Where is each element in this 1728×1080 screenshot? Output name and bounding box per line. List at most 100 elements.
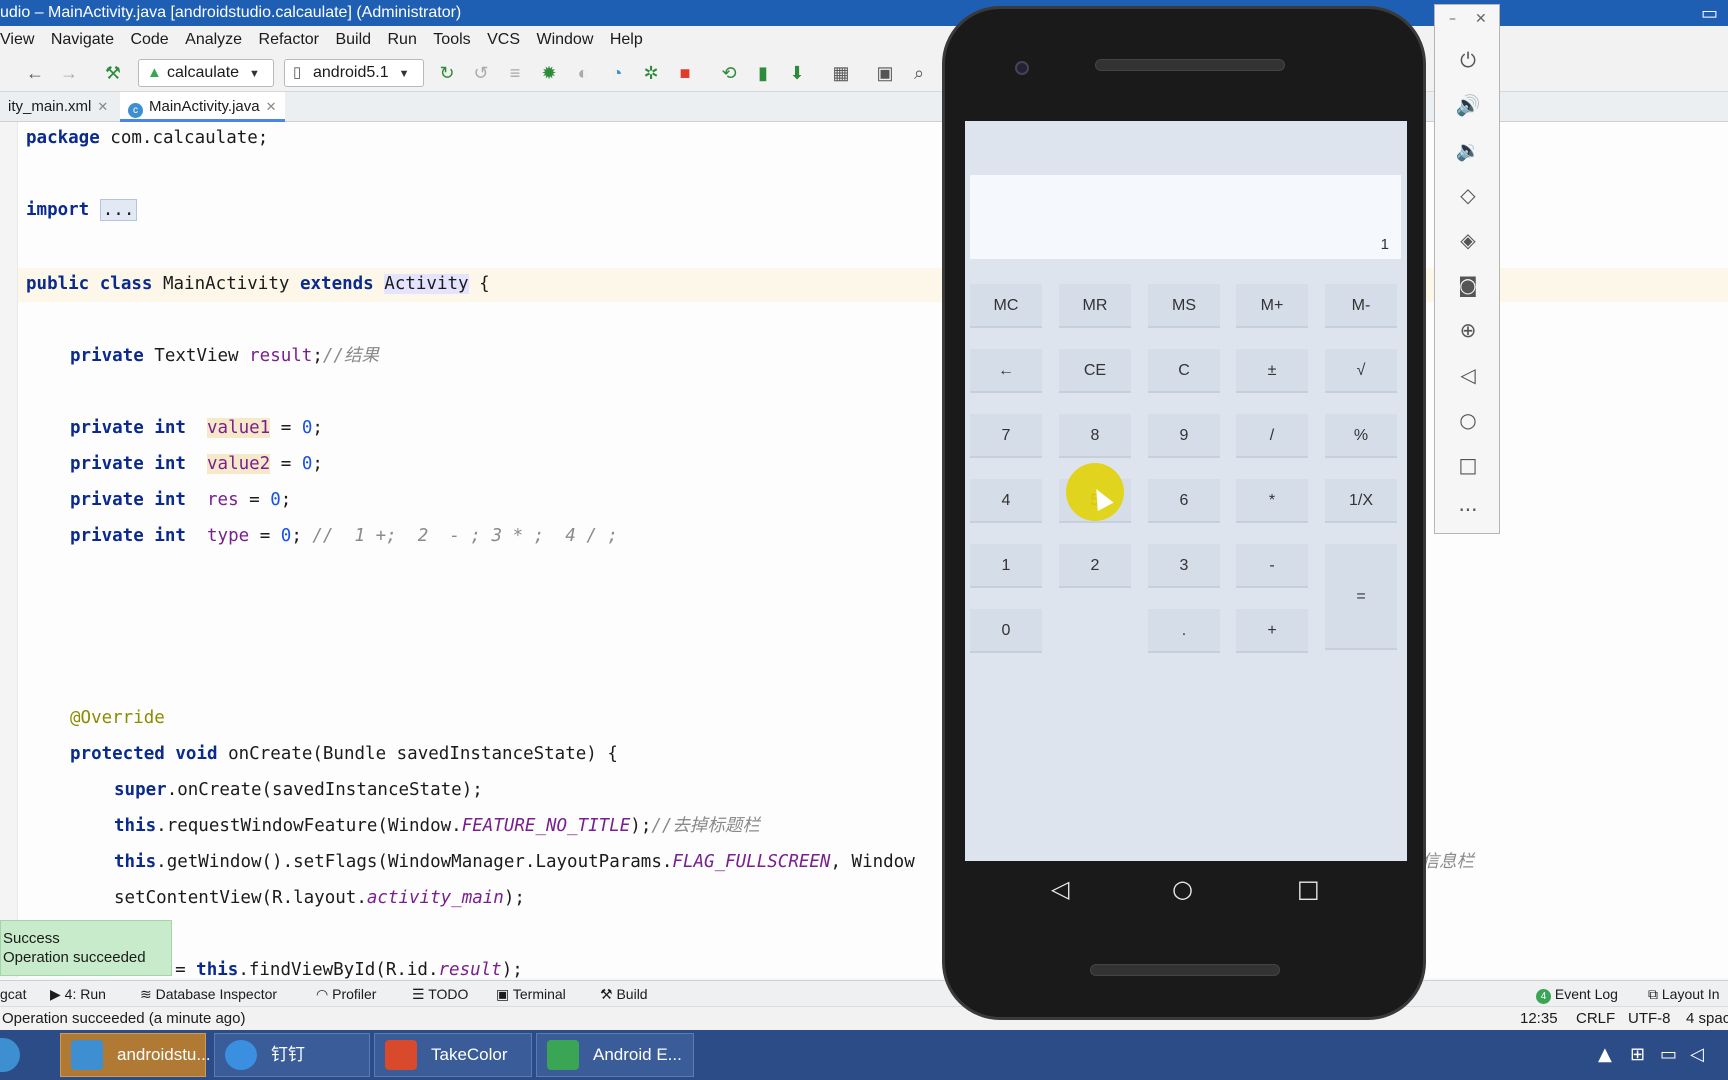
- back-arrow-icon[interactable]: ←: [24, 62, 46, 84]
- calc-key[interactable]: *: [1236, 479, 1308, 523]
- calc-key[interactable]: 4: [970, 479, 1042, 523]
- taskbar-dingtalk[interactable]: 钉钉: [214, 1033, 370, 1077]
- calc-key[interactable]: .: [1148, 609, 1220, 653]
- run-config-select[interactable]: ▲ calcaulate ▼: [138, 59, 274, 87]
- tool-profiler[interactable]: ◠ Profiler: [316, 981, 376, 1007]
- project-structure-icon[interactable]: ▦: [830, 62, 852, 84]
- attach-debugger-icon[interactable]: ✲: [640, 62, 662, 84]
- sdk-manager-icon[interactable]: ⬇: [786, 62, 808, 84]
- calc-key[interactable]: 6: [1148, 479, 1220, 523]
- taskbar-takecolor[interactable]: TakeColor: [374, 1033, 532, 1077]
- menu-vcs[interactable]: VCS: [487, 26, 520, 54]
- calc-key[interactable]: 2: [1059, 544, 1131, 588]
- calc-key[interactable]: 9: [1148, 414, 1220, 458]
- menu-tools[interactable]: Tools: [433, 26, 470, 54]
- menu-refactor[interactable]: Refactor: [259, 26, 319, 54]
- calc-key[interactable]: 7: [970, 414, 1042, 458]
- volume-up-icon[interactable]: 🔊: [1455, 92, 1481, 118]
- nav-recents-icon[interactable]: □: [1297, 861, 1320, 917]
- rotate-left-icon[interactable]: ◇: [1455, 182, 1481, 208]
- calc-key[interactable]: √: [1325, 349, 1397, 393]
- window-restore-icon[interactable]: ▭: [1701, 0, 1718, 26]
- search-icon[interactable]: ⌕: [908, 62, 930, 84]
- menu-view[interactable]: View: [0, 26, 34, 54]
- menu-build[interactable]: Build: [335, 26, 371, 54]
- stop-icon[interactable]: ■: [674, 62, 696, 84]
- menu-analyze[interactable]: Analyze: [185, 26, 242, 54]
- close-icon[interactable]: ✕: [266, 99, 277, 114]
- tool-run[interactable]: ▶ 4: Run: [50, 981, 106, 1007]
- apply-changes-icon[interactable]: ↺: [470, 62, 492, 84]
- tool-database-inspector[interactable]: ≋ Database Inspector: [140, 981, 277, 1007]
- calc-key[interactable]: MC: [970, 284, 1042, 328]
- apply-code-icon[interactable]: ≡: [504, 62, 526, 84]
- home-icon[interactable]: ○: [1455, 407, 1481, 433]
- tray-network-icon[interactable]: ⊞: [1630, 1030, 1645, 1080]
- calc-key[interactable]: =: [1325, 544, 1397, 650]
- calc-key[interactable]: ←: [970, 349, 1042, 393]
- start-button-icon[interactable]: [0, 1038, 20, 1072]
- calc-key[interactable]: 8: [1059, 414, 1131, 458]
- volume-down-icon[interactable]: 🔉: [1455, 137, 1481, 163]
- tray-screen-icon[interactable]: ▭: [1660, 1030, 1677, 1080]
- success-notification[interactable]: Success Operation succeeded: [0, 920, 172, 976]
- camera-icon[interactable]: ◙: [1455, 272, 1481, 298]
- minimize-icon[interactable]: –: [1449, 11, 1456, 27]
- menu-navigate[interactable]: Navigate: [51, 26, 114, 54]
- tool-terminal[interactable]: ▣ Terminal: [496, 981, 566, 1007]
- calc-key[interactable]: /: [1236, 414, 1308, 458]
- phone-screen[interactable]: 1 MCMRMSM+M-←CEC±√789/%456*1/X123-=0.+: [965, 121, 1407, 861]
- terminal-icon[interactable]: ▣: [874, 62, 896, 84]
- calc-key[interactable]: -: [1236, 544, 1308, 588]
- hammer-icon[interactable]: ⚒: [102, 62, 124, 84]
- tool-event-log[interactable]: 4 Event Log: [1536, 981, 1618, 1007]
- file-encoding[interactable]: UTF-8: [1628, 1007, 1671, 1031]
- coverage-icon[interactable]: ◐: [572, 62, 594, 84]
- menu-run[interactable]: Run: [387, 26, 416, 54]
- calc-key[interactable]: MR: [1059, 284, 1131, 328]
- calc-key[interactable]: +: [1236, 609, 1308, 653]
- tab-activity-main-xml[interactable]: ity_main.xml ✕: [0, 92, 116, 122]
- folded-imports[interactable]: ...: [99, 199, 138, 221]
- caret-position[interactable]: 12:35: [1520, 1007, 1558, 1031]
- tool-logcat[interactable]: gcat: [0, 981, 26, 1007]
- profile-icon[interactable]: ◔: [606, 62, 628, 84]
- rerun-icon[interactable]: ↻: [436, 62, 458, 84]
- zoom-icon[interactable]: ⊕: [1455, 317, 1481, 343]
- calc-key[interactable]: 1/X: [1325, 479, 1397, 523]
- menu-window[interactable]: Window: [536, 26, 593, 54]
- menu-code[interactable]: Code: [130, 26, 168, 54]
- close-icon[interactable]: ✕: [1475, 11, 1487, 27]
- power-icon[interactable]: ⏻: [1455, 47, 1481, 73]
- tray-volume-icon[interactable]: ◁: [1690, 1030, 1704, 1080]
- more-icon[interactable]: ···: [1455, 497, 1481, 523]
- debug-icon[interactable]: ✹: [538, 62, 560, 84]
- nav-back-icon[interactable]: ◁: [1051, 861, 1069, 917]
- nav-home-icon[interactable]: ○: [1172, 861, 1193, 917]
- calc-key[interactable]: %: [1325, 414, 1397, 458]
- rotate-right-icon[interactable]: ◈: [1455, 227, 1481, 253]
- calc-key[interactable]: M+: [1236, 284, 1308, 328]
- avd-manager-icon[interactable]: ▮: [752, 62, 774, 84]
- calc-key[interactable]: ±: [1236, 349, 1308, 393]
- tool-build[interactable]: ⚒ Build: [600, 981, 648, 1007]
- tab-mainactivity-java[interactable]: c MainActivity.java ✕: [120, 92, 285, 122]
- calc-key[interactable]: C: [1148, 349, 1220, 393]
- taskbar-android-emulator[interactable]: Android E...: [536, 1033, 694, 1077]
- menu-help[interactable]: Help: [610, 26, 643, 54]
- back-icon[interactable]: ◁: [1455, 362, 1481, 388]
- tool-layout-inspector[interactable]: ⧉ Layout In: [1648, 981, 1720, 1007]
- device-select[interactable]: ▯ android5.1 ▼: [284, 59, 424, 87]
- taskbar-androidstudio[interactable]: androidstu...: [60, 1033, 211, 1077]
- calc-key[interactable]: CE: [1059, 349, 1131, 393]
- sync-icon[interactable]: ⟲: [718, 62, 740, 84]
- calc-key[interactable]: 1: [970, 544, 1042, 588]
- close-icon[interactable]: ✕: [97, 99, 108, 114]
- tray-arrow-icon[interactable]: ▲: [1598, 1030, 1612, 1080]
- calc-key[interactable]: MS: [1148, 284, 1220, 328]
- calc-key[interactable]: M-: [1325, 284, 1397, 328]
- indent-setting[interactable]: 4 spac: [1686, 1007, 1728, 1031]
- tool-todo[interactable]: ☰ TODO: [412, 981, 468, 1007]
- forward-arrow-icon[interactable]: →: [58, 62, 80, 84]
- overview-icon[interactable]: □: [1455, 452, 1481, 478]
